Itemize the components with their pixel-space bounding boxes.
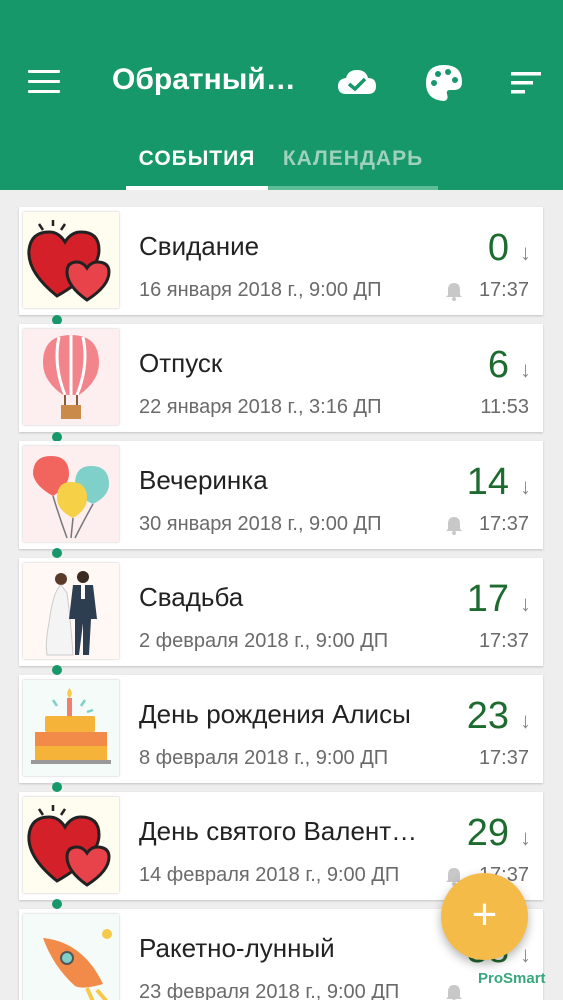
- arrow-down-icon: ↓: [520, 825, 531, 850]
- timeline-dot: [52, 548, 62, 558]
- event-image-party-balloons: [23, 446, 119, 542]
- days-count: 6: [487, 344, 509, 386]
- event-time: 11:53: [480, 396, 529, 418]
- event-date: 2 февраля 2018 г., 9:00 ДП: [139, 630, 389, 652]
- bell-icon: [446, 283, 462, 301]
- arrow-down-icon: ↓: [520, 591, 531, 616]
- event-card[interactable]: Свадьба 2 февраля 2018 г., 9:00 ДП 17 ↓ …: [19, 558, 543, 666]
- arrow-down-icon: ↓: [520, 357, 531, 382]
- days-count: 0: [487, 227, 509, 269]
- sort-icon[interactable]: [507, 62, 549, 104]
- event-card[interactable]: Отпуск 22 января 2018 г., 3:16 ДП 6 ↓ 11…: [19, 324, 543, 432]
- event-date: 14 февраля 2018 г., 9:00 ДП: [139, 864, 400, 886]
- tab-events[interactable]: СОБЫТИЯ: [126, 138, 268, 190]
- event-title: День рождения Алисы: [139, 699, 411, 729]
- event-time: 17:37: [478, 630, 529, 652]
- add-event-button[interactable]: +: [441, 873, 528, 960]
- event-card[interactable]: Свидание 16 января 2018 г., 9:00 ДП 0 ↓ …: [19, 207, 543, 315]
- cloud-check-icon[interactable]: [336, 62, 378, 104]
- event-date: 16 января 2018 г., 9:00 ДП: [139, 279, 382, 301]
- days-count: 14: [466, 461, 509, 503]
- watermark: ProSmart: [478, 970, 546, 987]
- event-title: Ракетно-лунный: [139, 933, 335, 963]
- event-title: День святого Валент…: [139, 816, 418, 846]
- arrow-down-icon: ↓: [520, 474, 531, 499]
- bell-icon: [446, 985, 462, 1000]
- timeline-dot: [52, 782, 62, 792]
- days-count: 17: [466, 578, 509, 620]
- plus-icon: +: [471, 890, 498, 939]
- event-time: 17:37: [478, 747, 529, 769]
- menu-icon[interactable]: [28, 70, 60, 94]
- event-title: Отпуск: [139, 348, 223, 378]
- event-image-hearts: [23, 212, 119, 308]
- arrow-down-icon: ↓: [520, 240, 531, 265]
- tab-bar: СОБЫТИЯ КАЛЕНДАРЬ: [0, 138, 563, 190]
- event-date: 8 февраля 2018 г., 9:00 ДП: [139, 747, 389, 769]
- event-date: 23 февраля 2018 г., 9:00 ДП: [139, 981, 400, 1000]
- app-bar: Обратный… СОБЫТИЯ КАЛЕНДАРЬ: [0, 0, 563, 190]
- days-count: 23: [466, 695, 509, 737]
- event-date: 22 января 2018 г., 3:16 ДП: [139, 396, 382, 418]
- palette-icon[interactable]: [423, 62, 465, 104]
- event-title: Вечеринка: [139, 465, 268, 495]
- days-count: 29: [466, 812, 509, 854]
- event-image-hearts: [23, 797, 119, 893]
- event-title: Свидание: [139, 231, 260, 261]
- event-date: 30 января 2018 г., 9:00 ДП: [139, 513, 382, 535]
- timeline-dot: [52, 899, 62, 909]
- timeline-dot: [52, 665, 62, 675]
- event-time: 17:37: [478, 513, 529, 535]
- app-title: Обратный…: [112, 63, 296, 96]
- event-title: Свадьба: [139, 582, 244, 612]
- event-image-wedding: [23, 563, 119, 659]
- bell-icon: [446, 517, 462, 535]
- event-time: 17:37: [478, 279, 529, 301]
- event-image-rocket: [23, 914, 119, 1000]
- event-card[interactable]: Вечеринка 30 января 2018 г., 9:00 ДП 14 …: [19, 441, 543, 549]
- event-card[interactable]: День рождения Алисы 8 февраля 2018 г., 9…: [19, 675, 543, 783]
- event-image-balloon: [23, 329, 119, 425]
- tab-calendar[interactable]: КАЛЕНДАРЬ: [268, 138, 438, 190]
- arrow-down-icon: ↓: [520, 708, 531, 733]
- event-image-cake: [23, 680, 119, 776]
